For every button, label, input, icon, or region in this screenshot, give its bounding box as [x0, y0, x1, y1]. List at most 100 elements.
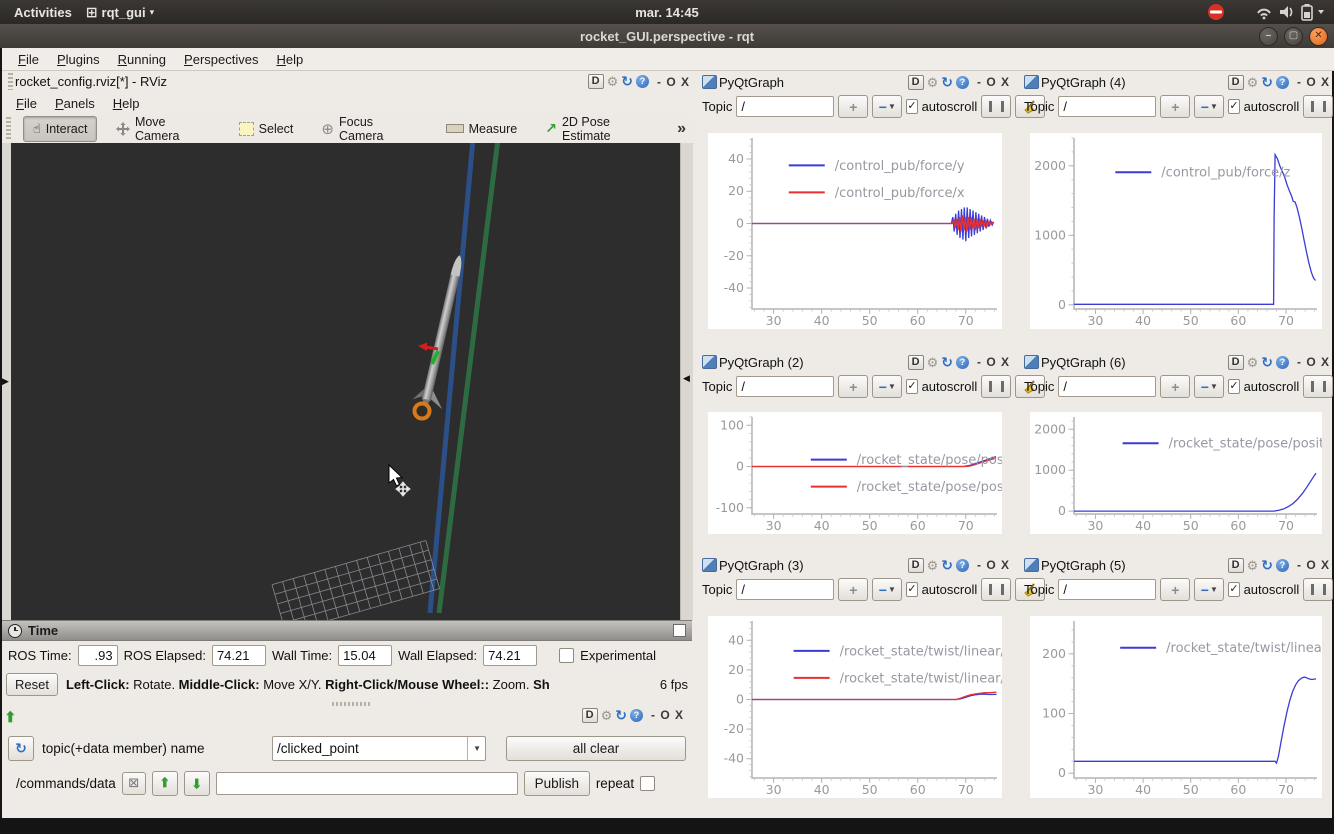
reload-icon[interactable]: ↻ [941, 559, 953, 572]
activities-button[interactable]: Activities [0, 5, 86, 20]
add-topic-button[interactable]: + [838, 375, 868, 398]
menu-running[interactable]: Running [110, 50, 174, 69]
rviz-3d-viewport[interactable] [11, 143, 680, 620]
add-topic-button[interactable]: + [838, 95, 868, 118]
help-icon[interactable]: ? [956, 356, 969, 369]
publisher-dock-button[interactable]: D [582, 708, 598, 723]
settings-icon[interactable]: ⚙ [1247, 356, 1259, 369]
remove-topic-button[interactable]: −▼ [872, 95, 902, 118]
window-title-bar[interactable]: rocket_GUI.perspective - rqt – ▢ ✕ [0, 24, 1334, 48]
topic-input[interactable] [1058, 376, 1156, 397]
autoscroll-checkbox[interactable]: ✓ [906, 582, 917, 597]
move-up-button[interactable]: ⬆ [152, 771, 178, 796]
rviz-menu-file[interactable]: File [8, 94, 45, 113]
plot-twist-linear-z[interactable]: 01002003040506070/rocket_state/twist/lin… [1030, 616, 1322, 798]
right-collapse-strip[interactable]: ◀ [680, 143, 693, 620]
plot-control-force-xy[interactable]: -40-20020403040506070/control_pub/force/… [708, 133, 1002, 329]
plot-position-xy[interactable]: -10001003040506070/rocket_state/pose/pos… [708, 412, 1002, 534]
toolbar-overflow-button[interactable]: » [677, 120, 686, 138]
publisher-reload-icon[interactable]: ↻ [615, 709, 627, 722]
settings-icon[interactable]: ⚙ [1247, 559, 1259, 572]
reload-icon[interactable]: ↻ [941, 76, 953, 89]
publish-button[interactable]: Publish [524, 771, 590, 796]
panel-up-arrow-icon[interactable]: ⬆ [4, 708, 17, 726]
time-panel-header[interactable]: Time [2, 620, 692, 641]
topic-input[interactable] [736, 376, 834, 397]
dock-button[interactable]: D [1228, 558, 1244, 573]
clock[interactable]: mar. 14:45 [0, 5, 1334, 20]
command-value-input[interactable] [216, 772, 518, 795]
reload-icon[interactable]: ↻ [1261, 356, 1273, 369]
rviz-menu-panels[interactable]: Panels [47, 94, 103, 113]
publisher-help-icon[interactable]: ? [630, 709, 643, 722]
plot-twist-linear-xy[interactable]: -40-20020403040506070/rocket_state/twist… [708, 616, 1002, 798]
reload-icon[interactable]: ↻ [1261, 559, 1273, 572]
pause-button[interactable] [981, 375, 1011, 398]
plot-position-z[interactable]: 0100020003040506070/rocket_state/pose/po… [1030, 412, 1322, 534]
rviz-window-buttons[interactable]: - O X [657, 75, 690, 89]
settings-icon[interactable]: ⚙ [927, 356, 939, 369]
window-buttons[interactable]: - O X [1297, 75, 1330, 89]
close-button[interactable]: ✕ [1309, 27, 1328, 46]
dock-button[interactable]: D [908, 355, 924, 370]
help-icon[interactable]: ? [956, 76, 969, 89]
tool-focus-camera[interactable]: ⊕Focus Camera [312, 111, 426, 147]
ros-time-value[interactable]: .93 [78, 645, 118, 666]
publisher-window-buttons[interactable]: - O X [651, 708, 684, 722]
wall-time-value[interactable]: 15.04 [338, 645, 392, 666]
dock-button[interactable]: D [908, 75, 924, 90]
help-icon[interactable]: ? [1276, 356, 1289, 369]
window-buttons[interactable]: - O X [977, 355, 1010, 369]
add-topic-button[interactable]: + [838, 578, 868, 601]
tool-2d-pose-estimate[interactable]: ↗2D Pose Estimate [536, 111, 667, 147]
autoscroll-checkbox[interactable]: ✓ [1228, 582, 1239, 597]
help-icon[interactable]: ? [956, 559, 969, 572]
pause-button[interactable] [1303, 95, 1333, 118]
topic-input[interactable] [1058, 96, 1156, 117]
window-buttons[interactable]: - O X [1297, 355, 1330, 369]
menu-plugins[interactable]: Plugins [49, 50, 108, 69]
tool-move-camera[interactable]: Move Camera [107, 111, 219, 147]
add-topic-button[interactable]: + [1160, 95, 1190, 118]
time-panel-float-button[interactable] [673, 624, 686, 637]
help-icon[interactable]: ? [1276, 76, 1289, 89]
add-topic-button[interactable]: + [1160, 375, 1190, 398]
wall-elapsed-value[interactable]: 74.21 [483, 645, 537, 666]
settings-icon[interactable]: ⚙ [927, 76, 939, 89]
dock-button[interactable]: D [1228, 355, 1244, 370]
ros-elapsed-value[interactable]: 74.21 [212, 645, 266, 666]
system-tray-icons[interactable] [1196, 2, 1326, 22]
maximize-button[interactable]: ▢ [1284, 27, 1303, 46]
rviz-settings-icon[interactable]: ⚙ [607, 75, 619, 88]
reload-icon[interactable]: ↻ [941, 356, 953, 369]
all-clear-button[interactable]: all clear [506, 736, 686, 761]
help-icon[interactable]: ? [1276, 559, 1289, 572]
autoscroll-checkbox[interactable]: ✓ [1228, 99, 1239, 114]
tool-measure[interactable]: Measure [437, 118, 527, 140]
rviz-drag-handle[interactable] [8, 73, 13, 90]
repeat-checkbox[interactable] [640, 776, 655, 791]
remove-topic-button[interactable]: ⊠ [122, 772, 146, 795]
tool-interact[interactable]: ☝Interact [23, 116, 98, 142]
topic-combobox-caret-icon[interactable]: ▼ [467, 737, 481, 760]
app-menu-button[interactable]: rqt_gui [102, 5, 146, 20]
window-buttons[interactable]: - O X [977, 558, 1010, 572]
topic-combobox[interactable]: /clicked_point ▼ [272, 736, 486, 761]
expand-right-icon[interactable]: ▶ [2, 376, 9, 387]
pause-button[interactable] [981, 95, 1011, 118]
remove-topic-button[interactable]: −▼ [872, 578, 902, 601]
rviz-help-icon[interactable]: ? [636, 75, 649, 88]
remove-topic-button[interactable]: −▼ [872, 375, 902, 398]
publisher-settings-icon[interactable]: ⚙ [601, 709, 613, 722]
autoscroll-checkbox[interactable]: ✓ [906, 379, 917, 394]
autoscroll-checkbox[interactable]: ✓ [1228, 379, 1239, 394]
pause-button[interactable] [1303, 375, 1333, 398]
remove-topic-button[interactable]: −▼ [1194, 375, 1224, 398]
reset-button[interactable]: Reset [6, 673, 58, 696]
menu-perspectives[interactable]: Perspectives [176, 50, 266, 69]
menu-file[interactable]: File [10, 50, 47, 69]
reload-icon[interactable]: ↻ [1261, 76, 1273, 89]
toolbar-drag-handle[interactable] [6, 117, 11, 140]
move-down-button[interactable]: ⬆ [184, 771, 210, 796]
plot-control-force-z[interactable]: 0100020003040506070/control_pub/force/z [1030, 133, 1322, 329]
